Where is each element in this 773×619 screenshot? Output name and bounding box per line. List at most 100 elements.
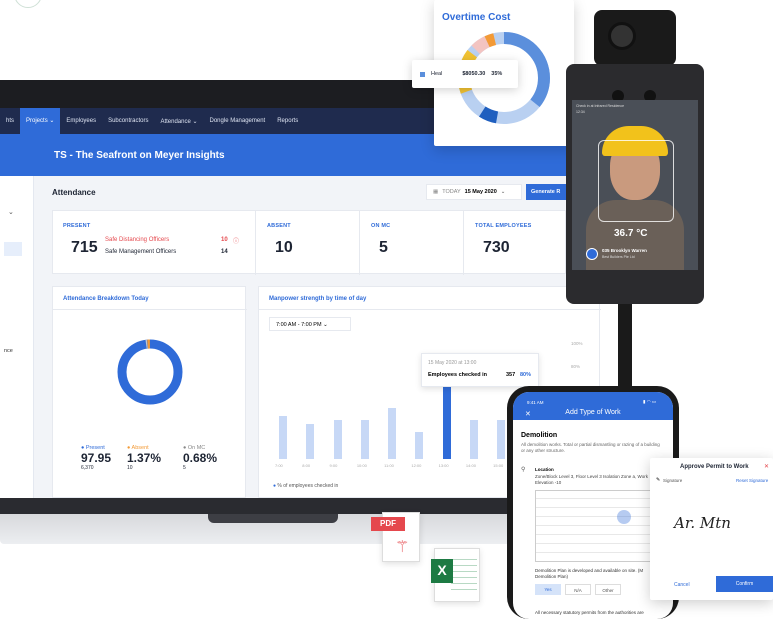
legend-absent-count: 10 <box>127 465 133 471</box>
mc-value: 5 <box>379 239 388 256</box>
x-tick-label: 10:00 <box>356 463 367 468</box>
divider <box>255 211 256 275</box>
tooltip-date: 15 May 2020 at 13:00 <box>428 360 477 366</box>
chart-legend-label: % of employees checked in <box>277 483 339 489</box>
overtime-tip-value: $8050.30 <box>462 71 486 77</box>
chart-tooltip: 15 May 2020 at 13:00 Employees checked i… <box>421 353 539 387</box>
tooltip-value: 357 <box>506 372 516 378</box>
section-title: Demolition <box>521 432 558 439</box>
nav-item-projects[interactable]: Projects ⌄ <box>20 108 61 134</box>
excel-badge: X <box>431 559 453 583</box>
bar[interactable] <box>279 416 287 459</box>
x-tick-label: 15:00 <box>493 463 504 468</box>
approve-dialog: Approve Permit to Work ✕ ✎ Signature Res… <box>650 458 773 600</box>
legend-present-count: 6,370 <box>81 465 94 471</box>
device-time: 12:34 <box>576 110 585 114</box>
location-label: Location <box>535 467 554 472</box>
x-tick-label: 7:00 <box>275 463 283 468</box>
chevron-down-icon[interactable]: ⌄ <box>8 208 14 216</box>
time-range-select[interactable]: 7:00 AM - 7:00 PM ⌄ <box>269 317 351 331</box>
bar[interactable] <box>497 420 506 459</box>
nav-item-dongle[interactable]: Dongle Management <box>204 118 272 124</box>
phone-header: 9:41 AM ▮ ◠ ▭ ✕ Add Type of Work <box>513 392 673 420</box>
option-na[interactable]: N/A <box>565 584 591 595</box>
bar[interactable] <box>415 432 424 459</box>
phone-title: Add Type of Work <box>565 409 621 416</box>
location-value: Zone/Block Level 3, Floor Level 3 Isolat… <box>535 474 648 485</box>
confirm-button[interactable]: Confirm <box>716 576 773 592</box>
absent-value: 10 <box>275 239 293 256</box>
bar[interactable] <box>333 420 342 459</box>
x-tick-label: 8:00 <box>302 463 311 468</box>
overtime-tip-label: Heal <box>431 71 443 77</box>
cancel-button[interactable]: Cancel <box>674 582 690 588</box>
x-tick-label: 11:00 <box>384 463 394 468</box>
reset-signature-link[interactable]: Reset Signature <box>736 478 768 483</box>
legend-present: ● Present 97.95 6,370 <box>81 445 111 471</box>
sidebar-item-label[interactable]: nce <box>4 348 13 354</box>
breakdown-card: Attendance Breakdown Today ● Present 97.… <box>52 286 247 498</box>
breakdown-title-divider <box>53 309 247 310</box>
camera-unit <box>594 10 676 66</box>
floor-plan[interactable] <box>535 490 661 562</box>
legend-mc-count: 5 <box>183 465 186 471</box>
status-icons: ▮ ◠ ▭ <box>643 399 657 404</box>
item-2: All necessary statutory permits from the… <box>535 610 644 615</box>
option-yes[interactable]: Yes <box>535 584 561 595</box>
nav-item-reports[interactable]: Reports <box>271 118 304 124</box>
excel-grid <box>451 557 477 595</box>
y-tick-100: 100% <box>571 341 583 346</box>
person-name: 035 Brooklyn Warren <box>602 248 647 253</box>
signature-label: Signature <box>663 478 683 483</box>
legend-mc-pct: 0.68% <box>183 451 218 465</box>
phone-screen: 9:41 AM ▮ ◠ ▭ ✕ Add Type of Work Demolit… <box>513 392 673 619</box>
total-value: 730 <box>483 239 510 256</box>
donut-present <box>117 339 183 405</box>
smo-label: Safe Management Officers <box>105 249 177 255</box>
nav-item-attendance[interactable]: Attendance ⌄ <box>154 118 203 125</box>
bar[interactable] <box>306 424 315 459</box>
overtime-title: Overtime Cost <box>442 12 511 23</box>
pdf-file-icon: PDF ⚚ <box>371 512 420 562</box>
legend-present-pct: 97.95 <box>81 451 112 465</box>
nav-attendance-label: Attendance <box>160 118 191 125</box>
section-desc: All demolition works. Total or partial d… <box>521 442 660 453</box>
acrobat-glyph: ⚚ <box>395 539 410 556</box>
bar[interactable] <box>388 408 397 459</box>
bar[interactable] <box>469 420 478 459</box>
bar[interactable] <box>360 420 369 459</box>
attendance-title: Attendance <box>52 188 96 197</box>
manpower-title-divider <box>259 309 601 310</box>
nav-item-fragment[interactable]: hts <box>0 118 20 124</box>
device-notice: Check in at Infrared Residence <box>576 104 625 108</box>
location-pin-icon: ⚲ <box>521 467 526 473</box>
breakdown-donut <box>117 339 183 405</box>
close-icon[interactable]: ✕ <box>525 410 531 418</box>
device-screen: Check in at Infrared Residence 12:34 36.… <box>572 100 698 270</box>
legend-mc: ● On MC 0.68% 5 <box>183 445 217 471</box>
close-icon[interactable]: ✕ <box>764 463 769 470</box>
overtime-tip-pct: 35% <box>491 71 503 77</box>
stats-row: PRESENT 715 Safe Distancing Officers 10 … <box>52 210 566 275</box>
total-label: TOTAL EMPLOYEES <box>475 223 532 229</box>
legend-absent: ● Absent 1.37% 10 <box>127 445 161 471</box>
person-company: Best Builders Pte Ltd <box>602 255 635 259</box>
time-range-value: 7:00 AM - 7:00 PM <box>276 322 322 328</box>
calendar-icon: ▦ <box>433 189 439 195</box>
present-value: 715 <box>71 239 98 256</box>
date-picker[interactable]: ▦ TODAY 15 May 2020 ⌄ <box>426 184 522 200</box>
generate-button[interactable]: Generate R <box>526 184 566 200</box>
nav-projects-label: Projects <box>26 118 48 124</box>
divider <box>463 211 464 275</box>
alert-icon: ⓘ <box>233 239 240 245</box>
signature-text: Ar. Mtn <box>674 514 731 532</box>
temperature-reading: 36.7 °C <box>614 228 648 239</box>
present-label: PRESENT <box>63 223 91 229</box>
option-other[interactable]: Other <box>595 584 621 595</box>
sidebar: ⌄ nce <box>0 176 34 498</box>
laptop-notch <box>208 514 338 523</box>
nav-item-employees[interactable]: Employees <box>60 118 102 124</box>
sidebar-active-item[interactable] <box>4 242 22 256</box>
excel-file-icon: X <box>431 548 480 602</box>
nav-item-subcontractors[interactable]: Subcontractors <box>102 118 154 124</box>
